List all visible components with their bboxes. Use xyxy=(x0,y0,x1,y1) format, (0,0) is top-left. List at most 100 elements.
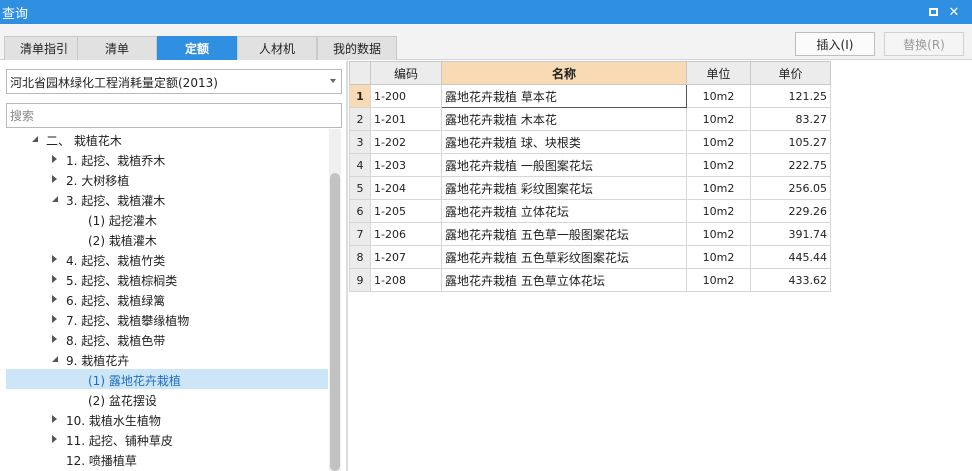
row-number[interactable]: 3 xyxy=(349,130,371,154)
tree-collapsed-icon[interactable] xyxy=(52,315,57,323)
tree-node[interactable]: 3. 起挖、栽植灌木 xyxy=(6,189,328,209)
tree-node[interactable]: 5. 起挖、栽植棕榈类 xyxy=(6,269,328,289)
tree-node[interactable]: (1) 起挖灌木 xyxy=(6,209,328,229)
code-cell[interactable]: 1-205 xyxy=(370,199,442,223)
unit-cell[interactable]: 10m2 xyxy=(686,199,751,223)
column-header-name[interactable]: 名称 xyxy=(441,61,687,85)
pane-divider[interactable] xyxy=(346,61,348,471)
tab-my-data[interactable]: 我的数据 xyxy=(317,36,397,60)
name-cell[interactable]: 露地花卉栽植 立体花坛 xyxy=(441,199,687,223)
tree-node[interactable]: 7. 起挖、栽植攀缘植物 xyxy=(6,309,328,329)
tree-node[interactable]: 12. 喷播植草 xyxy=(6,449,328,469)
name-cell[interactable]: 露地花卉栽植 五色草立体花坛 xyxy=(441,268,687,292)
table-row[interactable]: 4 1-203 露地花卉栽植 一般图案花坛 10m2 222.75 xyxy=(349,153,831,177)
unit-cell[interactable]: 10m2 xyxy=(686,245,751,269)
tree-collapsed-icon[interactable] xyxy=(52,415,57,423)
name-cell[interactable]: 露地花卉栽植 一般图案花坛 xyxy=(441,153,687,177)
tree-node[interactable]: 9. 栽植花卉 xyxy=(6,349,328,369)
restore-button[interactable] xyxy=(925,4,941,20)
tree-expanded-icon[interactable] xyxy=(52,356,58,362)
code-cell[interactable]: 1-207 xyxy=(370,245,442,269)
row-number[interactable]: 1 xyxy=(349,84,371,108)
tab-labor-material-machine[interactable]: 人材机 xyxy=(237,36,317,60)
search-input[interactable] xyxy=(6,103,342,128)
row-number[interactable]: 8 xyxy=(349,245,371,269)
price-cell[interactable]: 391.74 xyxy=(750,222,831,246)
tree-collapsed-icon[interactable] xyxy=(52,335,57,343)
code-cell[interactable]: 1-201 xyxy=(370,107,442,131)
unit-cell[interactable]: 10m2 xyxy=(686,130,751,154)
name-cell[interactable]: 露地花卉栽植 草本花 xyxy=(441,84,687,108)
tree-scrollbar-thumb[interactable] xyxy=(330,173,340,471)
tree-node[interactable]: 4. 起挖、栽植竹类 xyxy=(6,249,328,269)
code-cell[interactable]: 1-200 xyxy=(370,84,442,108)
tree-node[interactable]: 8. 起挖、栽植色带 xyxy=(6,329,328,349)
unit-cell[interactable]: 10m2 xyxy=(686,107,751,131)
code-cell[interactable]: 1-202 xyxy=(370,130,442,154)
tree-node[interactable]: 11. 起挖、铺种草皮 xyxy=(6,429,328,449)
tree-node[interactable]: (2) 盆花摆设 xyxy=(6,389,328,409)
insert-button[interactable]: 插入(I) xyxy=(795,32,875,56)
tree-collapsed-icon[interactable] xyxy=(52,435,57,443)
table-row[interactable]: 1 1-200 露地花卉栽植 草本花 10m2 121.25 xyxy=(349,84,831,108)
column-header-unit[interactable]: 单位 xyxy=(686,61,751,85)
unit-cell[interactable]: 10m2 xyxy=(686,84,751,108)
price-cell[interactable]: 105.27 xyxy=(750,130,831,154)
code-cell[interactable]: 1-208 xyxy=(370,268,442,292)
row-number[interactable]: 7 xyxy=(349,222,371,246)
table-row[interactable]: 2 1-201 露地花卉栽植 木本花 10m2 83.27 xyxy=(349,107,831,131)
replace-button[interactable]: 替换(R) xyxy=(884,32,964,56)
tree-node[interactable]: (2) 栽植灌木 xyxy=(6,229,328,249)
tree-node[interactable]: 10. 栽植水生植物 xyxy=(6,409,328,429)
table-row[interactable]: 9 1-208 露地花卉栽植 五色草立体花坛 10m2 433.62 xyxy=(349,268,831,292)
row-number[interactable]: 5 xyxy=(349,176,371,200)
column-header-price[interactable]: 单价 xyxy=(750,61,831,85)
table-row[interactable]: 3 1-202 露地花卉栽植 球、块根类 10m2 105.27 xyxy=(349,130,831,154)
tree-node[interactable]: (1) 露地花卉栽植 xyxy=(6,369,328,389)
price-cell[interactable]: 256.05 xyxy=(750,176,831,200)
code-cell[interactable]: 1-206 xyxy=(370,222,442,246)
tree-scrollbar[interactable] xyxy=(329,129,341,471)
table-row[interactable]: 6 1-205 露地花卉栽植 立体花坛 10m2 229.26 xyxy=(349,199,831,223)
library-select[interactable]: 河北省园林绿化工程消耗量定额(2013) xyxy=(6,69,342,94)
table-row[interactable]: 5 1-204 露地花卉栽植 彩纹图案花坛 10m2 256.05 xyxy=(349,176,831,200)
row-number[interactable]: 6 xyxy=(349,199,371,223)
tab-bill[interactable]: 清单 xyxy=(77,36,157,60)
close-button[interactable]: ✕ xyxy=(946,4,962,20)
tree-collapsed-icon[interactable] xyxy=(52,275,57,283)
tree-collapsed-icon[interactable] xyxy=(52,155,57,163)
tree-node[interactable]: 1. 起挖、栽植乔木 xyxy=(6,149,328,169)
price-cell[interactable]: 445.44 xyxy=(750,245,831,269)
tree-collapsed-icon[interactable] xyxy=(52,295,57,303)
name-cell[interactable]: 露地花卉栽植 木本花 xyxy=(441,107,687,131)
unit-cell[interactable]: 10m2 xyxy=(686,222,751,246)
unit-cell[interactable]: 10m2 xyxy=(686,176,751,200)
table-row[interactable]: 8 1-207 露地花卉栽植 五色草彩纹图案花坛 10m2 445.44 xyxy=(349,245,831,269)
name-cell[interactable]: 露地花卉栽植 五色草彩纹图案花坛 xyxy=(441,245,687,269)
tree-collapsed-icon[interactable] xyxy=(52,175,57,183)
price-cell[interactable]: 222.75 xyxy=(750,153,831,177)
price-cell[interactable]: 121.25 xyxy=(750,84,831,108)
tab-quota[interactable]: 定额 xyxy=(157,36,237,60)
tab-bill-guide[interactable]: 清单指引 xyxy=(4,36,84,60)
table-row[interactable]: 7 1-206 露地花卉栽植 五色草一般图案花坛 10m2 391.74 xyxy=(349,222,831,246)
price-cell[interactable]: 433.62 xyxy=(750,268,831,292)
tree-expanded-icon[interactable] xyxy=(32,136,38,142)
code-cell[interactable]: 1-203 xyxy=(370,153,442,177)
unit-cell[interactable]: 10m2 xyxy=(686,153,751,177)
name-cell[interactable]: 露地花卉栽植 五色草一般图案花坛 xyxy=(441,222,687,246)
name-cell[interactable]: 露地花卉栽植 彩纹图案花坛 xyxy=(441,176,687,200)
price-cell[interactable]: 229.26 xyxy=(750,199,831,223)
row-number[interactable]: 2 xyxy=(349,107,371,131)
row-number[interactable]: 4 xyxy=(349,153,371,177)
tree-node[interactable]: 2. 大树移植 xyxy=(6,169,328,189)
tree-node[interactable]: 6. 起挖、栽植绿篱 xyxy=(6,289,328,309)
row-number[interactable]: 9 xyxy=(349,268,371,292)
tree-node[interactable]: 二、 栽植花木 xyxy=(6,129,328,149)
column-header-code[interactable]: 编码 xyxy=(370,61,442,85)
price-cell[interactable]: 83.27 xyxy=(750,107,831,131)
code-cell[interactable]: 1-204 xyxy=(370,176,442,200)
tree-collapsed-icon[interactable] xyxy=(52,255,57,263)
unit-cell[interactable]: 10m2 xyxy=(686,268,751,292)
tree-expanded-icon[interactable] xyxy=(52,196,58,202)
